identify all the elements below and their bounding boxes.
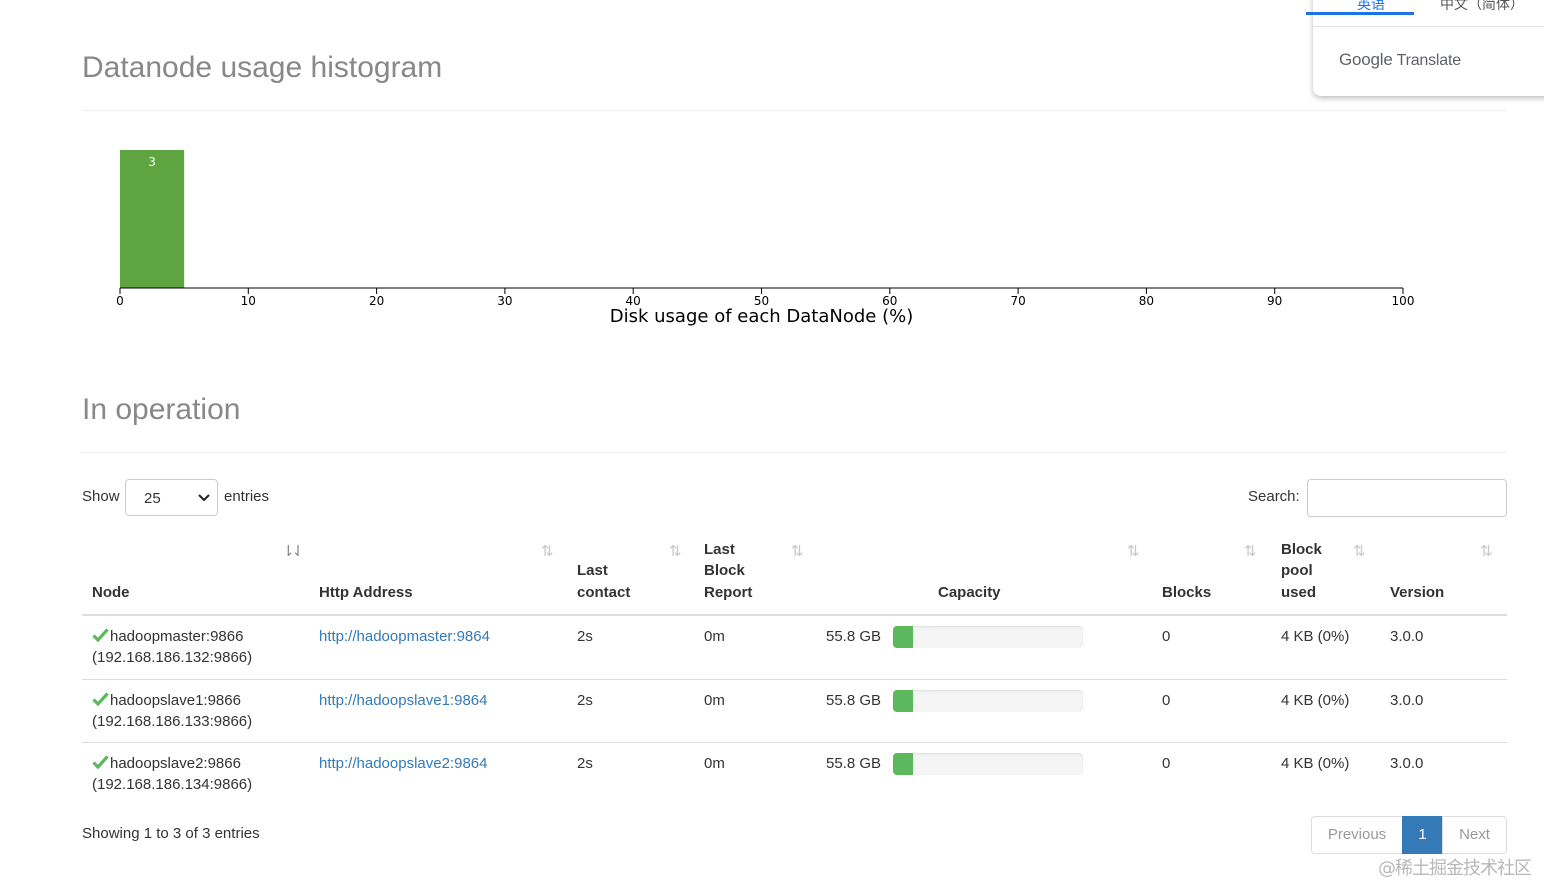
check-icon — [92, 755, 109, 769]
histogram-bar — [120, 150, 185, 288]
previous-page-button[interactable]: Previous — [1311, 816, 1403, 854]
capacity-bar — [893, 690, 1083, 712]
last-block-report: 0m — [704, 692, 725, 709]
capacity-bar-fill — [893, 690, 913, 712]
section-divider — [82, 110, 1507, 111]
usage-histogram-chart: 30 10 20 30 40 50 60 70 80 90 100Disk usage of eac… — [116, 150, 1415, 327]
search-input[interactable] — [1307, 479, 1507, 517]
sort-icon[interactable]: ⇅ — [1127, 542, 1139, 560]
node-ip: (192.168.186.134:9866) — [92, 776, 253, 793]
capacity-bar — [893, 753, 1083, 775]
x-axis-tick-label: 20 — [369, 294, 384, 308]
section-divider — [82, 452, 1507, 453]
node-ip: (192.168.186.133:9866) — [92, 713, 253, 730]
capacity-value: 55.8 GB — [826, 628, 882, 645]
version: 3.0.0 — [1390, 755, 1424, 772]
http-address-link[interactable]: http://hadoopslave2:9864 — [319, 755, 487, 772]
column-header-http-address[interactable]: ⇅ Http Address — [319, 540, 569, 614]
sort-icon[interactable]: ⇅ — [1480, 542, 1492, 560]
column-header-node[interactable]: ⇂⇃ Node — [92, 540, 312, 614]
x-axis-tick-label: 10 — [241, 294, 256, 308]
page-length-value: 25 — [144, 490, 161, 507]
row-divider — [82, 742, 1507, 743]
check-icon — [92, 628, 109, 642]
capacity-bar-fill — [893, 626, 913, 648]
translate-tab-target[interactable]: 中文（简体） — [1440, 0, 1524, 14]
version: 3.0.0 — [1390, 692, 1424, 709]
sort-icon[interactable]: ⇅ — [541, 542, 553, 560]
translate-tab-indicator — [1306, 12, 1414, 15]
next-page-button[interactable]: Next — [1442, 816, 1507, 854]
x-axis-tick-label: 80 — [1139, 294, 1154, 308]
column-header-blocks[interactable]: ⇅ Blocks — [1162, 540, 1262, 614]
blocks-count: 0 — [1162, 692, 1171, 709]
x-axis-tick-label: 30 — [497, 294, 512, 308]
operation-title: In operation — [82, 393, 241, 426]
check-icon — [92, 692, 109, 706]
block-pool-used: 4 KB (0%) — [1281, 755, 1350, 772]
translate-divider — [1313, 26, 1544, 27]
capacity-bar-fill — [893, 753, 913, 775]
table-info: Showing 1 to 3 of 3 entries — [82, 825, 260, 842]
node-name: hadoopmaster:9866 — [110, 628, 244, 645]
chevron-down-icon — [198, 494, 210, 502]
page-1-button[interactable]: 1 — [1402, 816, 1443, 854]
search-label: Search: — [1248, 488, 1300, 505]
x-axis-tick-label: 90 — [1267, 294, 1282, 308]
entries-label: entries — [224, 488, 270, 505]
block-pool-used: 4 KB (0%) — [1281, 692, 1350, 709]
histogram-bar-label: 3 — [148, 155, 156, 169]
last-contact: 2s — [577, 692, 593, 709]
column-header-last-contact[interactable]: ⇅ Last contact — [577, 540, 697, 614]
x-axis-tick-label: 70 — [1010, 294, 1025, 308]
histogram-title: Datanode usage histogram — [82, 51, 443, 84]
capacity-value: 55.8 GB — [826, 755, 882, 772]
blocks-count: 0 — [1162, 628, 1171, 645]
blocks-count: 0 — [1162, 755, 1171, 772]
http-address-link[interactable]: http://hadoopslave1:9864 — [319, 692, 487, 709]
show-label: Show — [82, 488, 120, 505]
watermark: @稀土掘金技术社区 — [1378, 858, 1532, 879]
page-length-select[interactable]: 25 — [125, 479, 218, 516]
node-name: hadoopslave2:9866 — [110, 755, 241, 772]
last-block-report: 0m — [704, 628, 725, 645]
sort-icon[interactable]: ⇅ — [1353, 542, 1365, 560]
x-axis-tick-label: 100 — [1392, 294, 1415, 308]
x-axis-label: Disk usage of each DataNode (%) — [610, 306, 913, 327]
node-ip: (192.168.186.132:9866) — [92, 649, 253, 666]
row-divider — [82, 679, 1507, 680]
column-header-last-block-report[interactable]: ⇅ Last Block Report — [704, 540, 814, 614]
node-name: hadoopslave1:9866 — [110, 692, 241, 709]
http-address-link[interactable]: http://hadoopmaster:9864 — [319, 628, 490, 645]
last-contact: 2s — [577, 628, 593, 645]
x-axis-tick-label: 0 — [116, 294, 124, 308]
last-block-report: 0m — [704, 755, 725, 772]
sort-icon[interactable]: ⇂⇃ — [282, 542, 304, 560]
capacity-bar — [893, 626, 1083, 648]
google-translate-logo: Google Translate — [1339, 50, 1461, 69]
version: 3.0.0 — [1390, 628, 1424, 645]
sort-icon[interactable]: ⇅ — [1244, 542, 1256, 560]
column-header-version[interactable]: ⇅ Version — [1390, 540, 1505, 614]
table-header-border — [82, 614, 1507, 616]
column-header-capacity[interactable]: ⇅ Capacity — [938, 540, 1148, 614]
column-header-block-pool-used[interactable]: ⇅ Block pool used — [1281, 540, 1381, 614]
sort-icon[interactable]: ⇅ — [669, 542, 681, 560]
block-pool-used: 4 KB (0%) — [1281, 628, 1350, 645]
capacity-value: 55.8 GB — [826, 692, 882, 709]
last-contact: 2s — [577, 755, 593, 772]
sort-icon[interactable]: ⇅ — [791, 542, 803, 560]
